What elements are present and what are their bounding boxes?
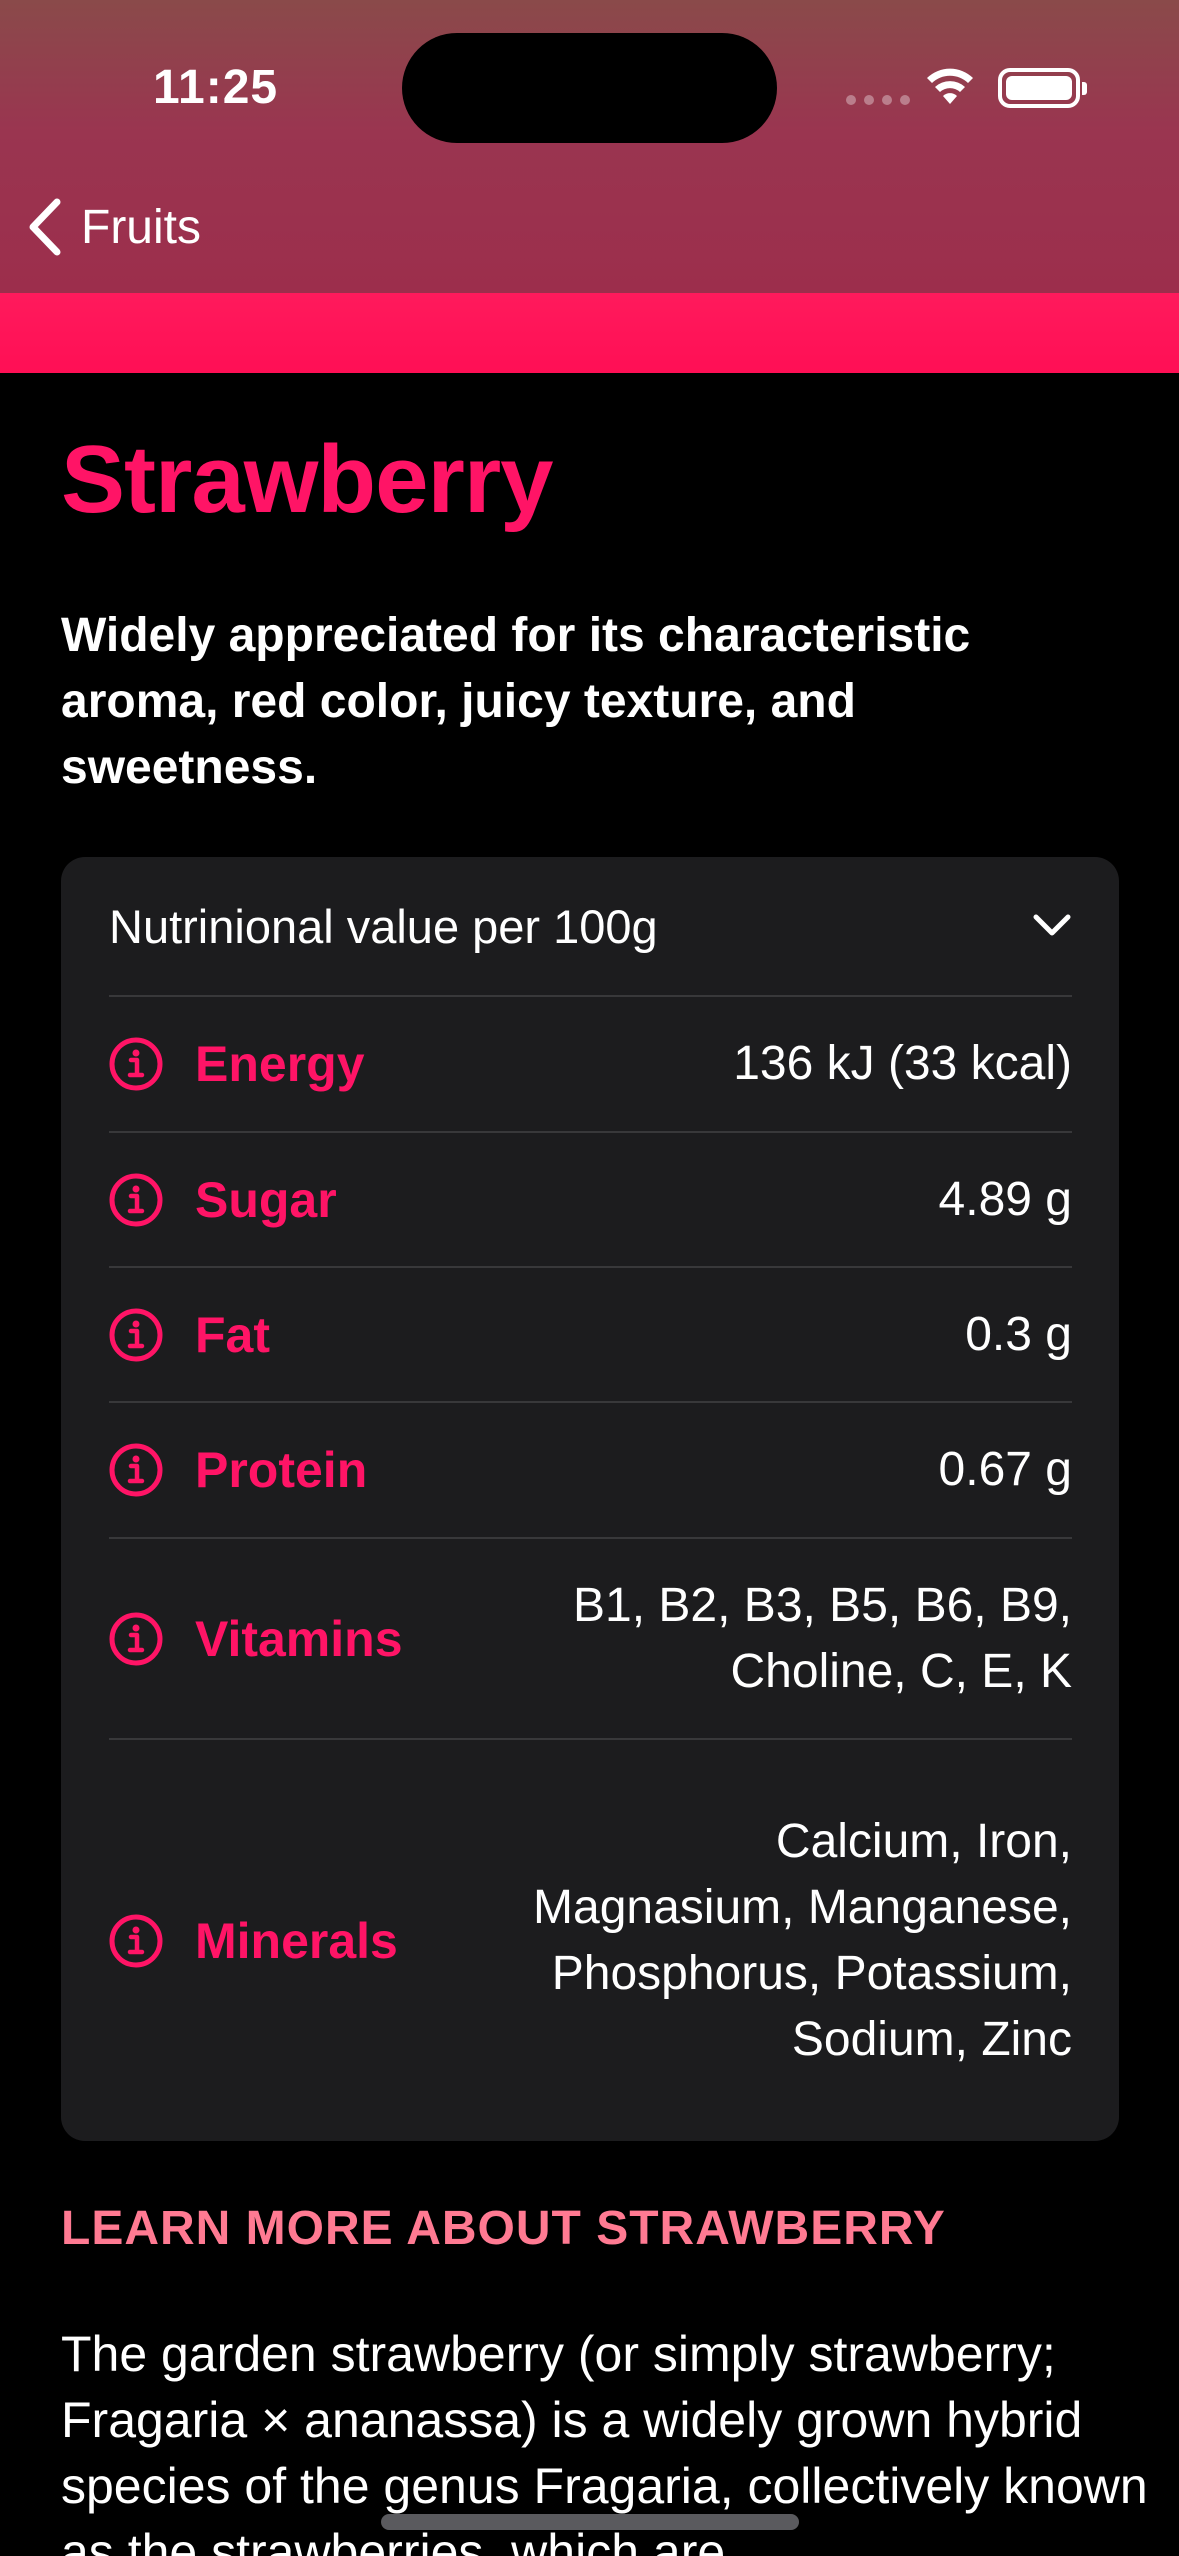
nutrition-row-value: Calcium, Iron, Magnasium, Manganese, Pho… — [533, 1814, 1072, 2066]
back-button-label: Fruits — [81, 200, 201, 254]
nutrition-header-label: Nutrinional value per 100g — [109, 899, 658, 953]
nutrition-row-label: Protein — [195, 1442, 368, 1498]
chevron-down-icon — [1033, 914, 1071, 936]
nutrition-row-protein: Protein 0.67 g — [109, 1403, 1072, 1539]
hero-image-strip — [0, 293, 1179, 373]
battery-icon — [998, 68, 1087, 108]
nutrition-row-fat: Fat 0.3 g — [109, 1268, 1072, 1403]
nutrition-row-label: Sugar — [195, 1171, 337, 1228]
nutrition-row-value: B1, B2, B3, B5, B6, B9, Choline, C, E, K — [573, 1578, 1072, 1698]
chevron-left-icon — [29, 198, 61, 256]
fruit-title: Strawberry — [61, 426, 554, 533]
nutrition-row-label: Energy — [195, 1036, 365, 1092]
nutrition-row-sugar: Sugar 4.89 g — [109, 1133, 1072, 1268]
nutrition-row-energy: Energy 136 kJ (33 kcal) — [109, 997, 1072, 1133]
info-circle-icon[interactable] — [109, 1173, 163, 1227]
nutrition-row-vitamins: Vitamins B1, B2, B3, B5, B6, B9, Choline… — [109, 1539, 1072, 1740]
status-time: 11:25 — [153, 61, 279, 114]
wifi-icon — [927, 68, 973, 104]
nutrition-row-value: 4.89 g — [938, 1172, 1072, 1226]
nutrition-row-value: 0.3 g — [965, 1307, 1072, 1361]
nutrition-row-minerals: Minerals Calcium, Iron, Magnasium, Manga… — [109, 1740, 1072, 2141]
info-circle-icon[interactable] — [109, 1308, 163, 1362]
nutrition-row-label: Fat — [195, 1306, 270, 1363]
nutrition-row-value: 0.67 g — [938, 1443, 1072, 1496]
dynamic-island — [402, 33, 777, 143]
back-button[interactable]: Fruits — [25, 192, 201, 262]
fruit-subtitle: Widely appreciated for its characteristi… — [61, 609, 971, 794]
nutrition-card: Nutrinional value per 100g Energy 136 kJ… — [61, 857, 1119, 2141]
nutrition-disclosure-toggle[interactable]: Nutrinional value per 100g — [109, 857, 1072, 997]
home-indicator[interactable] — [381, 2514, 799, 2530]
nutrition-row-label: Vitamins — [195, 1610, 403, 1667]
nutrition-row-label: Minerals — [195, 1912, 398, 1969]
nutrition-row-value: 136 kJ (33 kcal) — [733, 1037, 1072, 1090]
nav-header: 11:25 Fruits — [0, 0, 1179, 293]
info-circle-icon[interactable] — [109, 1612, 163, 1666]
info-circle-icon[interactable] — [109, 1914, 163, 1968]
cellular-signal-icon — [846, 95, 910, 105]
info-circle-icon[interactable] — [109, 1443, 163, 1497]
learn-more-heading: LEARN MORE ABOUT STRAWBERRY — [61, 2202, 946, 2255]
info-circle-icon[interactable] — [109, 1037, 163, 1091]
